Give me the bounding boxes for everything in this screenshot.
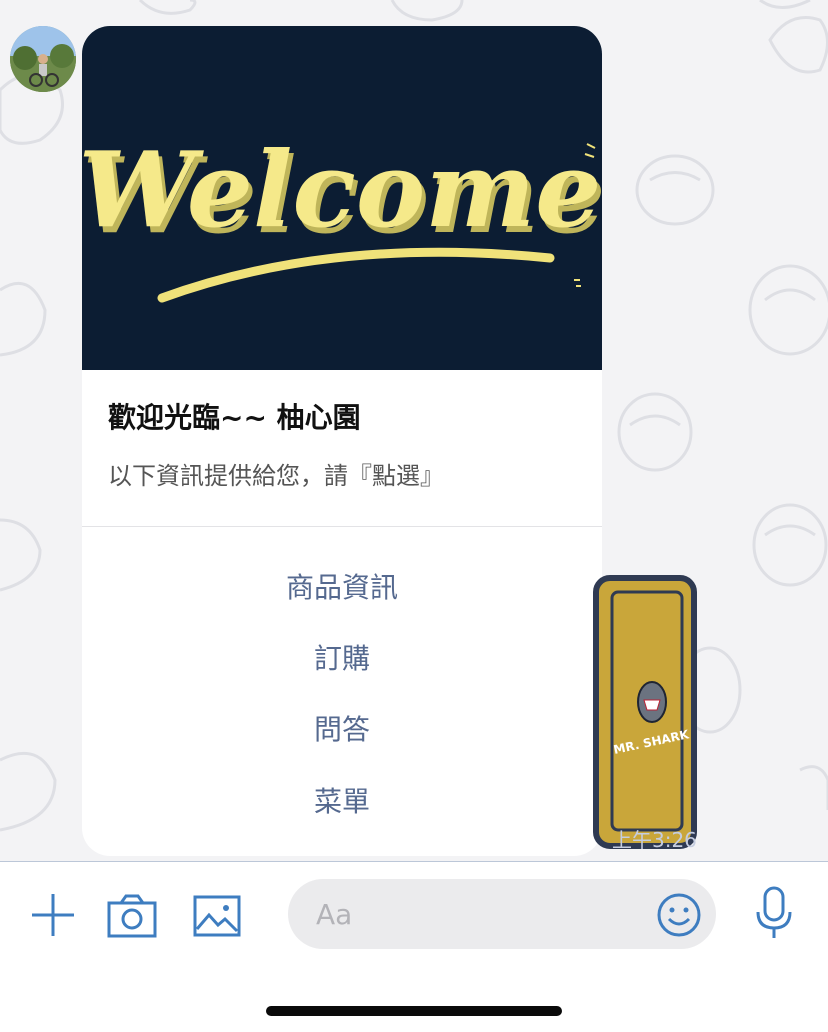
message-input[interactable] [288,879,716,949]
welcome-hero-image: Welcome Welcome [82,26,602,370]
welcome-card: Welcome Welcome 歡迎光臨~~ 柚心園 以下資訊提供給您，請『點選… [82,26,602,856]
card-divider [82,526,602,527]
welcome-lettering: Welcome Welcome [82,128,602,303]
input-bar [0,861,828,1032]
mr-shark-sticker[interactable]: MR. SHARK [590,574,702,850]
order-button[interactable]: 訂購 [82,637,602,677]
home-indicator [266,1006,562,1016]
avatar-photo-icon [10,26,76,92]
card-subtitle: 以下資訊提供給您，請『點選』 [108,462,444,490]
camera-icon[interactable] [107,894,157,942]
svg-text:Welcome: Welcome [82,128,601,251]
image-icon[interactable] [193,895,241,941]
plus-icon[interactable] [30,892,76,942]
avatar[interactable] [10,26,76,92]
card-title: 歡迎光臨~~ 柚心園 [108,401,361,434]
menu-button[interactable]: 菜單 [82,780,602,820]
emoji-icon[interactable] [656,892,702,942]
faq-button[interactable]: 問答 [82,708,602,748]
message-timestamp: 上午3:26 [612,828,697,852]
microphone-icon[interactable] [754,886,794,944]
product-info-button[interactable]: 商品資訊 [82,566,602,606]
